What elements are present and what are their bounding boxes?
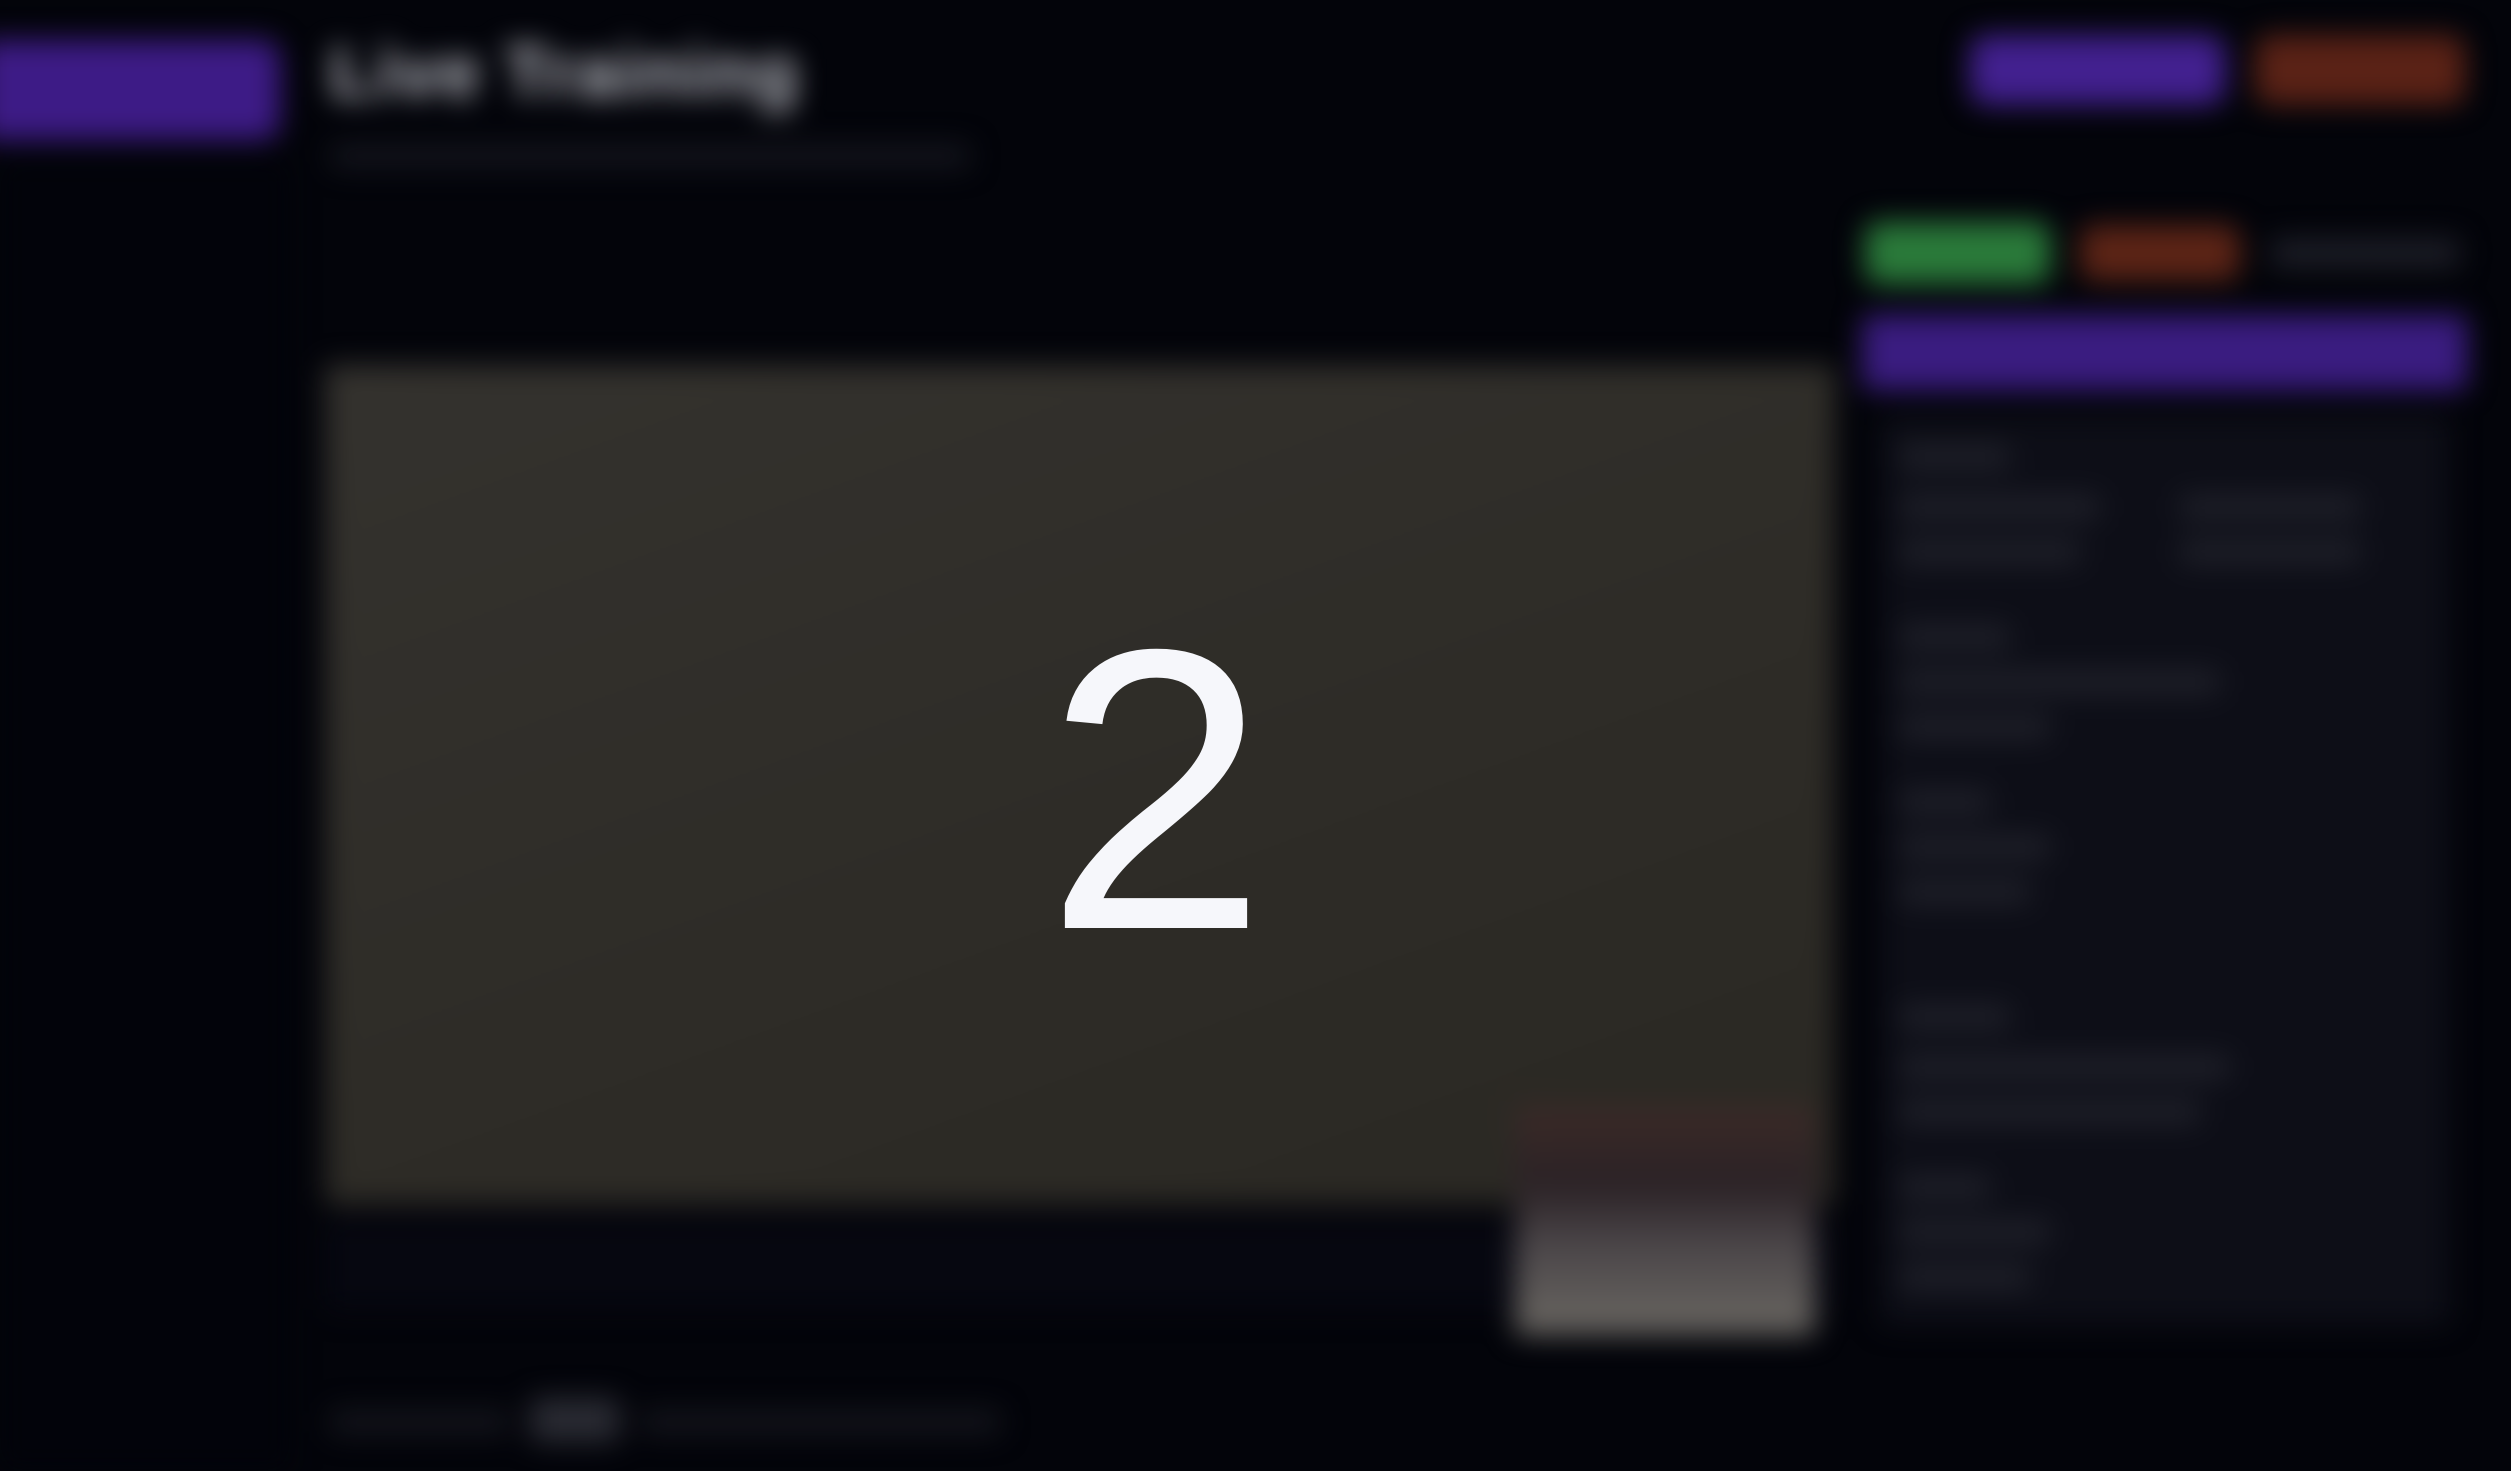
panel-line bbox=[1900, 835, 2050, 859]
primary-action-button[interactable] bbox=[1970, 35, 2225, 105]
side-panel-header[interactable] bbox=[1862, 315, 2467, 390]
panel-line bbox=[1900, 1005, 2010, 1029]
status-badge-recording bbox=[2080, 225, 2240, 281]
panel-line bbox=[1900, 670, 2220, 694]
countdown-number: 2 bbox=[1044, 566, 1268, 1013]
footer-text-secondary bbox=[640, 1410, 1000, 1434]
panel-line bbox=[1900, 1220, 2050, 1244]
panel-line bbox=[2180, 540, 2360, 564]
status-text bbox=[2270, 238, 2460, 268]
panel-line bbox=[1900, 1100, 2200, 1124]
panel-line bbox=[1900, 495, 2100, 519]
panel-line bbox=[1900, 1175, 1990, 1199]
self-view-video[interactable] bbox=[1515, 1105, 1815, 1335]
panel-line bbox=[1900, 1055, 2230, 1079]
panel-line bbox=[1900, 790, 1990, 814]
footer-text bbox=[330, 1410, 510, 1434]
brand-button[interactable] bbox=[0, 40, 280, 140]
panel-line bbox=[1900, 445, 2010, 469]
page-subtitle bbox=[330, 145, 970, 167]
panel-line bbox=[1900, 540, 2080, 564]
panel-line bbox=[2180, 495, 2360, 519]
left-sidebar bbox=[0, 160, 290, 1471]
status-badge-live bbox=[1865, 222, 2050, 284]
footer-chip[interactable] bbox=[530, 1398, 620, 1442]
panel-line bbox=[1900, 625, 2010, 649]
panel-line bbox=[1900, 715, 2050, 739]
panel-line bbox=[1900, 880, 2030, 904]
page-title: Live Training bbox=[330, 33, 801, 113]
panel-line bbox=[1900, 1265, 2030, 1289]
side-panel-card bbox=[1880, 415, 2450, 1325]
end-session-button[interactable] bbox=[2255, 35, 2465, 105]
